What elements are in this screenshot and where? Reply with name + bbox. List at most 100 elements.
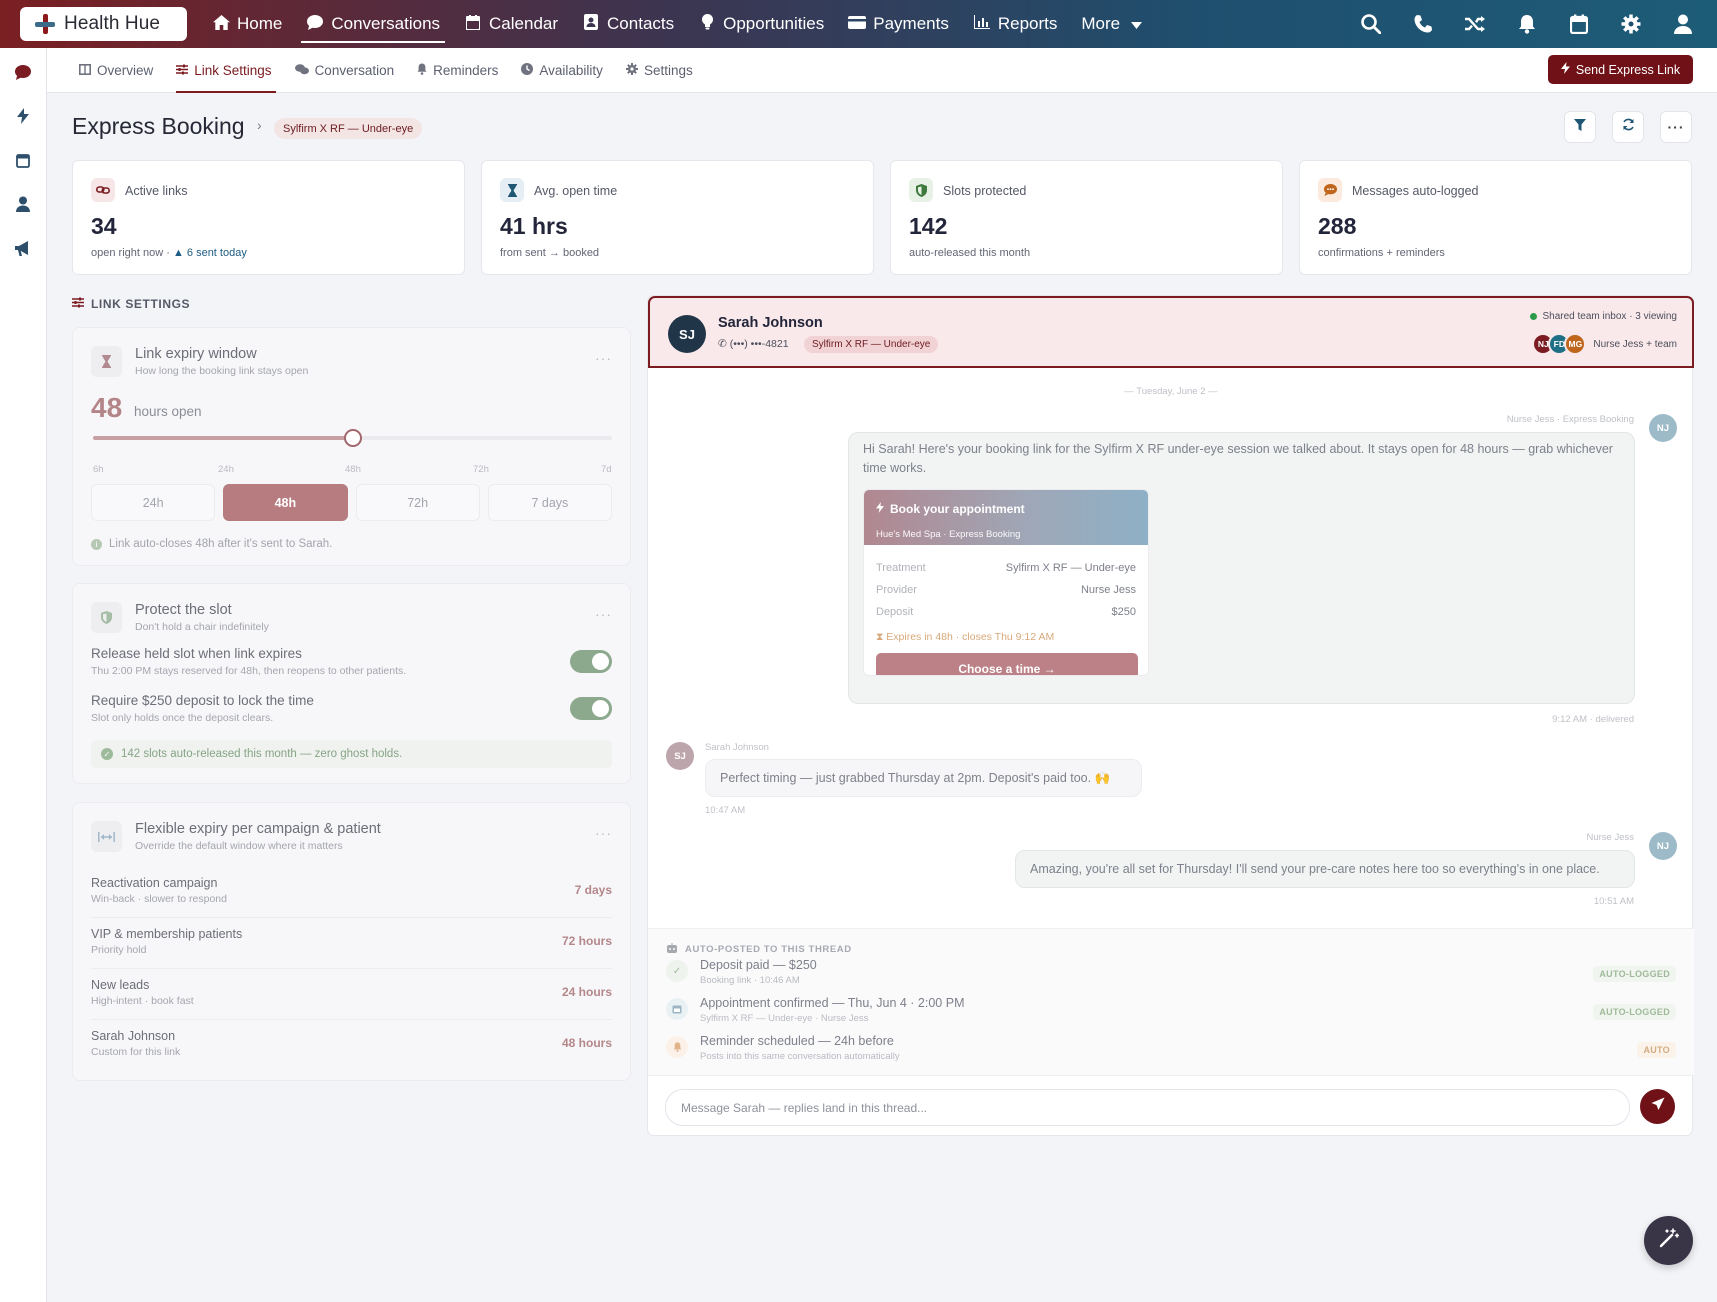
message-sender: Nurse Jess [1586, 832, 1634, 843]
refresh-icon [1622, 118, 1635, 136]
expiry-option-72h[interactable]: 72h [355, 484, 480, 521]
stat-value: 142 [909, 213, 948, 239]
stat-value: 288 [1318, 213, 1357, 239]
filter-button[interactable] [1564, 111, 1596, 143]
refresh-button[interactable] [1612, 111, 1644, 143]
nav-contacts[interactable]: Contacts [573, 0, 683, 48]
message-text: Hi Sarah! Here's your booking link for t… [863, 442, 1613, 475]
bell-icon[interactable] [1515, 12, 1539, 36]
message-icon [1318, 178, 1342, 202]
booking-detail-row: Deposit $250 [876, 603, 1136, 622]
avatar: MG [1564, 333, 1587, 355]
section-label-text: LINK SETTINGS [91, 297, 191, 311]
slider-tick: 24h [218, 464, 234, 475]
override-label: New leads [91, 978, 150, 992]
expiry-override-row[interactable]: Reactivation campaign Win-back · slower … [91, 868, 612, 918]
info-icon: i [91, 538, 102, 550]
expiry-option-7-days[interactable]: 7 days [487, 484, 612, 521]
card-subtitle: How long the booking link stays open [135, 365, 309, 377]
phone-icon[interactable] [1411, 12, 1435, 36]
override-subtitle: High-intent · book fast [91, 995, 194, 1007]
expiry-slider-handle[interactable] [343, 429, 362, 447]
expiry-option-48h[interactable]: 48h [223, 484, 348, 521]
calendar-icon [666, 998, 688, 1020]
stat-sub: confirmations + reminders [1318, 247, 1445, 259]
chat-icon[interactable] [13, 62, 33, 82]
credit-card-icon [848, 15, 867, 33]
nav-more[interactable]: More [1072, 0, 1154, 48]
tab-availability[interactable]: Availability [513, 48, 611, 93]
require-deposit-toggle[interactable] [570, 697, 612, 720]
status-badge: AUTO-LOGGED [1593, 1004, 1676, 1020]
nav-calendar-label: Calendar [489, 14, 559, 33]
tab-link-settings[interactable]: Link Settings [168, 48, 279, 93]
message-sender: Nurse Jess · Express Booking [1506, 414, 1634, 425]
more-options-button[interactable]: ··· [1660, 111, 1692, 143]
calendar-icon[interactable] [1567, 12, 1591, 36]
expiry-override-row[interactable]: New leads High-intent · book fast 24 hou… [91, 970, 612, 1020]
more-icon[interactable]: ··· [595, 350, 612, 366]
booking-detail-row: Provider Nurse Jess [876, 581, 1136, 600]
magic-wand-button[interactable] [1644, 1216, 1693, 1265]
team-avatars[interactable]: NJ FD MG Nurse Jess + team [1532, 333, 1677, 355]
megaphone-icon[interactable] [13, 238, 33, 258]
auto-posted-label-text: AUTO-POSTED TO THIS THREAD [685, 944, 852, 955]
bolt-icon [876, 500, 884, 519]
message-time: 9:12 AM · delivered [1552, 714, 1634, 725]
auto-row-title: Appointment confirmed — Thu, Jun 4 · 2:0… [700, 996, 965, 1010]
tab-conversation[interactable]: Conversation [287, 48, 403, 93]
auto-row-subtitle: Posts into this same conversation automa… [700, 1051, 900, 1062]
expiry-hours-unit: hours open [134, 404, 202, 419]
user-icon[interactable] [13, 194, 33, 214]
expiry-override-row[interactable]: VIP & membership patients Priority hold … [91, 919, 612, 969]
tab-reminders[interactable]: Reminders [409, 48, 506, 93]
check-icon: ✓ [666, 960, 688, 982]
stat-label: Messages auto-logged [1352, 184, 1479, 198]
tab-overview[interactable]: Overview [71, 48, 161, 93]
card-subtitle: Override the default window where it mat… [135, 840, 343, 852]
shield-icon [909, 178, 933, 202]
stat-card-messages-auto-logged: Messages auto-logged 288 confirmations +… [1299, 160, 1692, 275]
bell-icon [417, 63, 427, 78]
bar-chart-icon [972, 15, 991, 33]
breadcrumb-chip[interactable]: Sylfirm X RF — Under-eye [274, 118, 423, 139]
expiry-option-24h[interactable]: 24h [91, 484, 216, 521]
choose-time-button[interactable]: Choose a time → [876, 653, 1138, 675]
toggle-title: Require $250 deposit to lock the time [91, 693, 314, 708]
user-icon[interactable] [1671, 12, 1695, 36]
nav-calendar[interactable]: Calendar [455, 0, 567, 48]
protect-summary-text: 142 slots auto-released this month — zer… [121, 748, 403, 760]
message-input[interactable]: Message Sarah — replies land in this thr… [665, 1089, 1630, 1126]
calendar-icon[interactable] [13, 150, 33, 170]
avatar[interactable]: SJ [668, 315, 706, 353]
expiry-override-row[interactable]: Sarah Johnson Custom for this link 48 ho… [91, 1021, 612, 1071]
send-icon [1651, 1097, 1665, 1116]
gear-icon[interactable] [1619, 12, 1643, 36]
nav-conversations[interactable]: Conversations [297, 0, 449, 48]
search-icon[interactable] [1359, 12, 1383, 36]
send-express-link-button[interactable]: Send Express Link [1548, 55, 1693, 84]
nav-opportunities[interactable]: Opportunities [689, 0, 833, 48]
shuffle-icon[interactable] [1463, 12, 1487, 36]
flexible-expiry-card: Flexible expiry per campaign & patient O… [72, 802, 631, 1081]
send-button[interactable] [1640, 1089, 1675, 1124]
tab-settings[interactable]: Settings [618, 48, 701, 93]
more-icon[interactable]: ··· [595, 825, 612, 841]
sliders-icon [72, 297, 84, 311]
contact-name[interactable]: Sarah Johnson [718, 315, 823, 331]
release-slot-toggle[interactable] [570, 650, 612, 673]
logo[interactable]: Health Hue [20, 7, 187, 41]
message-text: Perfect timing — just grabbed Thursday a… [720, 770, 1111, 785]
bolt-icon [1560, 62, 1570, 77]
bolt-icon[interactable] [13, 106, 33, 126]
toggle-title: Release held slot when link expires [91, 646, 302, 661]
nav-home[interactable]: Home [203, 0, 291, 48]
more-icon[interactable]: ··· [595, 606, 612, 622]
nav-reports[interactable]: Reports [964, 0, 1067, 48]
expiry-slider[interactable] [93, 429, 612, 447]
nav-payments[interactable]: Payments [839, 0, 958, 48]
contact-card-icon [582, 14, 600, 34]
nav-home-label: Home [237, 14, 283, 33]
gear-icon [625, 63, 638, 78]
stat-label: Slots protected [943, 184, 1027, 198]
